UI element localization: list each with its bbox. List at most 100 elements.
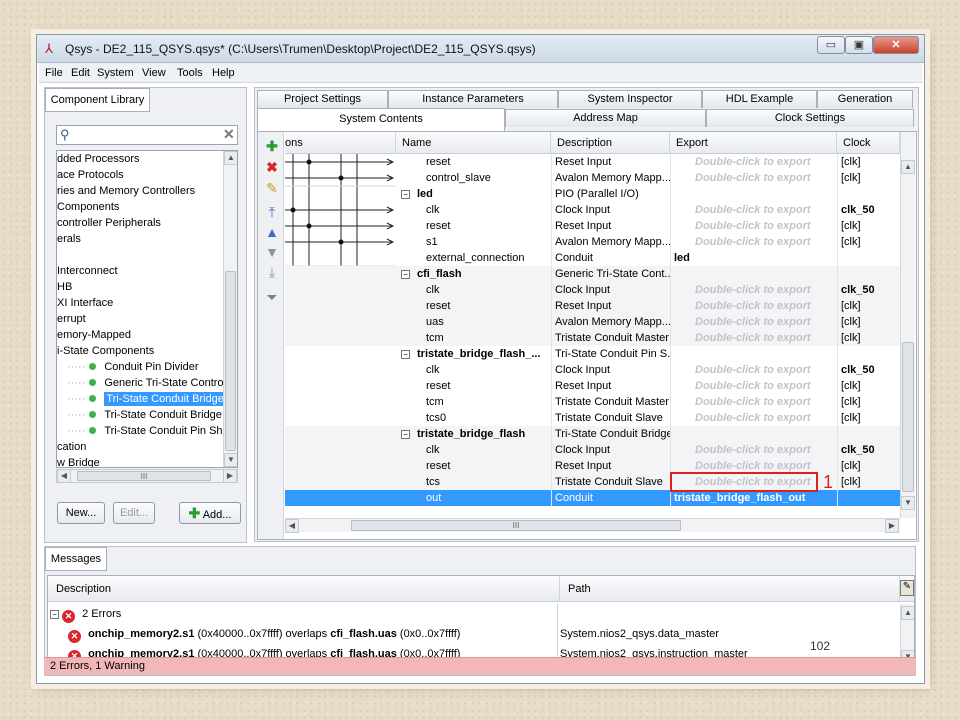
row-export[interactable] — [674, 346, 834, 362]
library-item[interactable]: XI Interface — [57, 295, 223, 311]
add-button[interactable]: ✚ Add... — [179, 502, 241, 524]
tab-address-map[interactable]: Address Map — [505, 109, 706, 127]
menu-tools[interactable]: Tools — [177, 67, 203, 79]
row-export[interactable]: Double-click to export — [695, 410, 855, 426]
library-item[interactable]: ace Protocols — [57, 167, 223, 183]
row-export[interactable]: Double-click to export — [695, 234, 855, 250]
interface-row[interactable]: reset Reset Input Double-click to export [c… — [285, 218, 900, 234]
row-export[interactable]: Double-click to export — [695, 314, 855, 330]
row-clock[interactable]: [clk] — [841, 218, 896, 234]
add-icon[interactable]: ✚ — [264, 138, 280, 154]
clear-messages-icon[interactable]: ✎ — [900, 580, 914, 596]
interface-row[interactable]: reset Reset Input Double-click to export [c… — [285, 298, 900, 314]
row-clock[interactable] — [841, 490, 896, 506]
row-export[interactable]: Double-click to export — [695, 154, 855, 170]
library-item[interactable]: i-State Components — [57, 343, 223, 359]
row-clock[interactable] — [841, 426, 896, 442]
interface-row[interactable]: clk Clock Input Double-click to export clk_… — [285, 202, 900, 218]
row-clock[interactable]: [clk] — [841, 234, 896, 250]
minimize-button[interactable]: ▭ — [817, 36, 845, 54]
tree-vertical-scrollbar[interactable]: ▲ ▼ — [223, 151, 237, 467]
library-item[interactable]: ····· Tri-State Conduit Bridge — [57, 391, 226, 407]
row-clock[interactable]: [clk] — [841, 378, 896, 394]
row-export[interactable]: Double-click to export — [695, 442, 855, 458]
error-group-row[interactable]: − ✕ 2 Errors — [50, 604, 890, 624]
interface-row[interactable]: s1 Avalon Memory Mapp... Double-click to e… — [285, 234, 900, 250]
row-clock[interactable]: clk_50 — [841, 282, 896, 298]
row-clock[interactable] — [841, 250, 896, 266]
row-clock[interactable]: clk_50 — [841, 442, 896, 458]
library-item[interactable]: dded Processors — [57, 151, 223, 167]
message-row[interactable]: ✕ onchip_memory2.s1 (0x40000..0x7ffff) o… — [68, 624, 898, 644]
library-horizontal-scrollbar[interactable]: ◀ III ▶ — [56, 469, 238, 483]
tab-messages[interactable]: Messages — [45, 547, 107, 571]
menu-system[interactable]: System — [97, 67, 134, 79]
collapse-icon[interactable]: − — [401, 350, 410, 359]
row-clock[interactable]: [clk] — [841, 458, 896, 474]
collapse-icon[interactable]: − — [50, 610, 59, 619]
library-item[interactable]: controller Peripherals — [57, 215, 223, 231]
collapse-icon[interactable]: − — [401, 270, 410, 279]
library-item[interactable]: ····· Conduit Pin Divider — [57, 359, 223, 375]
filter-icon[interactable]: ⏷ — [264, 289, 280, 305]
row-clock[interactable] — [841, 266, 896, 282]
tab-system-inspector[interactable]: System Inspector — [558, 90, 702, 108]
interface-row[interactable]: reset Reset Input Double-click to export [c… — [285, 154, 900, 170]
move-top-icon[interactable]: ⤒ — [264, 204, 280, 220]
interface-row[interactable]: out Conduit tristate_bridge_flash_out — [285, 490, 900, 506]
row-export[interactable]: Double-click to export — [695, 170, 855, 186]
interface-row[interactable]: clk Clock Input Double-click to export clk_… — [285, 282, 900, 298]
row-clock[interactable]: [clk] — [841, 330, 896, 346]
component-row[interactable]: − tristate_bridge_flash Tri-State Conduit … — [285, 426, 900, 442]
library-item[interactable]: Interconnect — [57, 263, 223, 279]
library-item[interactable]: w Bridge — [57, 455, 223, 467]
new-button[interactable]: New... — [57, 502, 105, 524]
header-msg-description[interactable]: Description — [48, 576, 560, 602]
library-item[interactable]: Components — [57, 199, 223, 215]
grid-horizontal-scrollbar[interactable]: ◀ III ▶ — [285, 518, 900, 533]
row-clock[interactable]: clk_50 — [841, 202, 896, 218]
menu-view[interactable]: View — [142, 67, 166, 79]
menu-edit[interactable]: Edit — [71, 67, 90, 79]
maximize-button[interactable]: ▣ — [845, 36, 873, 54]
row-export[interactable]: Double-click to export — [695, 298, 855, 314]
row-clock[interactable]: [clk] — [841, 394, 896, 410]
row-export[interactable] — [674, 186, 834, 202]
row-export[interactable]: Double-click to export — [695, 394, 855, 410]
interface-row[interactable]: control_slave Avalon Memory Mapp... Double… — [285, 170, 900, 186]
library-item[interactable]: erals — [57, 231, 223, 247]
component-row[interactable]: − cfi_flash Generic Tri-State Cont... — [285, 266, 900, 282]
row-clock[interactable]: [clk] — [841, 314, 896, 330]
library-item[interactable]: ries and Memory Controllers — [57, 183, 223, 199]
row-export[interactable]: Double-click to export — [695, 282, 855, 298]
edit-icon[interactable]: ✎ — [264, 180, 280, 196]
header-msg-path[interactable]: Path — [560, 576, 900, 602]
library-item[interactable]: errupt — [57, 311, 223, 327]
messages-scrollbar[interactable]: ▲ ▼ — [900, 604, 914, 664]
move-up-icon[interactable]: ▲ — [264, 224, 280, 240]
interface-row[interactable]: uas Avalon Memory Mapp... Double-click to … — [285, 314, 900, 330]
interface-row[interactable]: tcs0 Tristate Conduit Slave Double-click t… — [285, 410, 900, 426]
tab-generation[interactable]: Generation — [817, 90, 913, 108]
grid-vertical-scrollbar[interactable]: ▲ ▼ — [900, 132, 915, 518]
library-item[interactable]: ····· Tri-State Conduit Bridge Tra — [57, 407, 237, 423]
row-export[interactable]: Double-click to export — [695, 330, 855, 346]
library-search-field[interactable]: ⚲ ✕ — [56, 125, 238, 145]
collapse-icon[interactable]: − — [401, 430, 410, 439]
library-item[interactable]: HB — [57, 279, 223, 295]
remove-icon[interactable]: ✖ — [264, 159, 280, 175]
row-export[interactable] — [674, 426, 834, 442]
close-button[interactable]: ✕ — [873, 36, 919, 54]
grid-scroll-thumb[interactable] — [902, 342, 914, 492]
row-clock[interactable]: [clk] — [841, 474, 896, 490]
row-clock[interactable] — [841, 186, 896, 202]
library-item[interactable]: cation — [57, 439, 223, 455]
row-clock[interactable]: [clk] — [841, 154, 896, 170]
tab-system-contents[interactable]: System Contents — [257, 108, 505, 132]
interface-row[interactable]: reset Reset Input Double-click to export [c… — [285, 378, 900, 394]
collapse-icon[interactable]: − — [401, 190, 410, 199]
interface-row[interactable]: tcm Tristate Conduit Master Double-click t… — [285, 330, 900, 346]
row-export[interactable]: Double-click to export — [695, 378, 855, 394]
tab-project-settings[interactable]: Project Settings — [257, 90, 388, 108]
tab-hdl-example[interactable]: HDL Example — [702, 90, 817, 108]
